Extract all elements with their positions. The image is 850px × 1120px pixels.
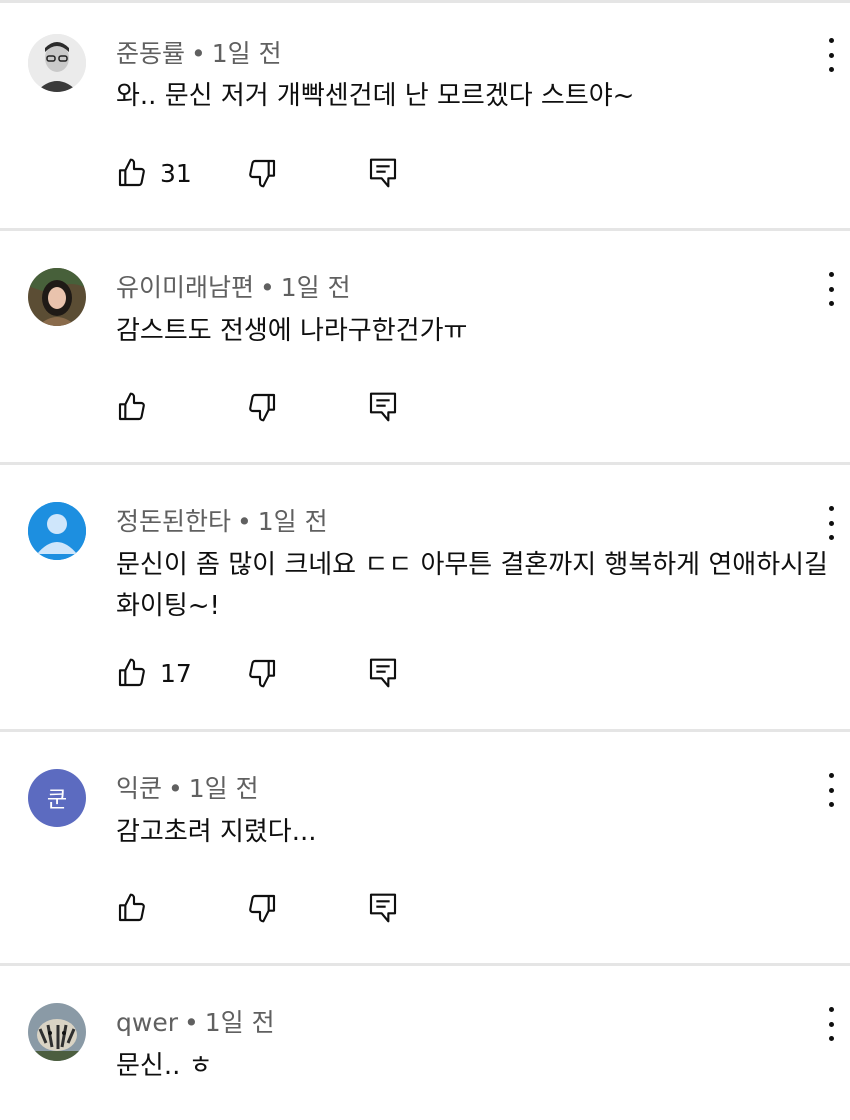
like-button[interactable]: 17	[116, 653, 192, 693]
comment-time: 1일 전	[188, 774, 259, 803]
more-options-button[interactable]	[824, 506, 838, 540]
avatar[interactable]	[28, 502, 86, 560]
comment-actions: 17	[116, 653, 416, 693]
separator-dot: •	[260, 273, 275, 302]
avatar[interactable]: 쿤	[28, 769, 86, 827]
comment-text: 감스트도 전생에 나라구한건가ㅠ	[116, 316, 468, 346]
separator-dot: •	[191, 39, 206, 68]
separator-dot: •	[183, 1008, 199, 1037]
reply-icon	[369, 392, 397, 422]
comment-meta: 정돈된한타 • 1일 전	[116, 502, 328, 538]
comment-actions: 31	[116, 153, 416, 193]
comment-author[interactable]: qwer	[116, 1008, 178, 1037]
comment-author[interactable]: 익쿤	[116, 774, 162, 803]
comment-actions	[116, 387, 416, 427]
comment-time: 1일 전	[280, 273, 351, 302]
thumbs-up-icon	[118, 658, 145, 687]
dislike-button[interactable]	[246, 888, 278, 928]
default-user-icon	[28, 502, 86, 560]
more-options-button[interactable]	[824, 1007, 838, 1041]
comment-divider	[0, 729, 850, 732]
like-button[interactable]: 31	[116, 153, 192, 193]
thumbs-up-icon	[118, 392, 145, 421]
comment-author[interactable]: 준동률	[116, 39, 185, 68]
comment-divider	[0, 462, 850, 465]
comment-text: 와.. 문신 저거 개빡센건데 난 모르겠다 스트야~	[116, 81, 635, 111]
comment-text: 문신이 좀 많이 크네요 ㄷㄷ 아무튼 결혼까지 행복하게 연애하시길 화이팅~…	[116, 550, 828, 621]
thumbs-down-icon	[249, 894, 276, 923]
reply-button[interactable]	[368, 387, 398, 427]
comment-author[interactable]: 유이미래남편	[116, 273, 254, 302]
thumbs-down-icon	[249, 393, 276, 422]
separator-dot: •	[168, 774, 183, 803]
reply-button[interactable]	[368, 888, 398, 928]
comment-text: 감고초려 지렸다...	[116, 817, 317, 847]
reply-icon	[369, 893, 397, 923]
dislike-button[interactable]	[246, 387, 278, 427]
reply-icon	[369, 158, 397, 188]
thumbs-up-icon	[118, 893, 145, 922]
more-options-button[interactable]	[824, 773, 838, 807]
more-options-button[interactable]	[824, 38, 838, 72]
like-count: 17	[160, 658, 192, 688]
comment-meta: qwer • 1일 전	[116, 1003, 275, 1039]
comment-divider	[0, 963, 850, 966]
avatar[interactable]	[28, 1003, 86, 1061]
avatar[interactable]	[28, 268, 86, 326]
comment-actions	[116, 888, 416, 928]
comment-divider	[0, 228, 850, 231]
more-options-button[interactable]	[824, 272, 838, 306]
like-button[interactable]	[116, 888, 160, 928]
thumbs-down-icon	[249, 159, 276, 188]
top-divider	[0, 0, 850, 3]
dislike-button[interactable]	[246, 153, 278, 193]
avatar[interactable]	[28, 34, 86, 92]
comment-meta: 유이미래남편 • 1일 전	[116, 268, 351, 304]
avatar-photo	[28, 268, 86, 326]
comment-author[interactable]: 정돈된한타	[116, 507, 231, 536]
comment-meta: 준동률 • 1일 전	[116, 34, 282, 70]
avatar-letter: 쿤	[46, 788, 68, 813]
thumbs-down-icon	[249, 659, 276, 688]
dislike-button[interactable]	[246, 653, 278, 693]
comment-time: 1일 전	[204, 1008, 275, 1037]
comment-time: 1일 전	[211, 39, 282, 68]
like-count: 31	[160, 158, 192, 188]
reply-button[interactable]	[368, 653, 398, 693]
comment-meta: 익쿤 • 1일 전	[116, 769, 259, 805]
reply-icon	[369, 658, 397, 688]
avatar-photo	[28, 34, 86, 92]
reply-button[interactable]	[368, 153, 398, 193]
avatar-photo	[28, 1003, 86, 1061]
comment-text: 문신.. ㅎ	[116, 1051, 213, 1081]
thumbs-up-icon	[118, 158, 145, 187]
comment-time: 1일 전	[257, 507, 328, 536]
separator-dot: •	[237, 507, 252, 536]
like-button[interactable]	[116, 387, 160, 427]
